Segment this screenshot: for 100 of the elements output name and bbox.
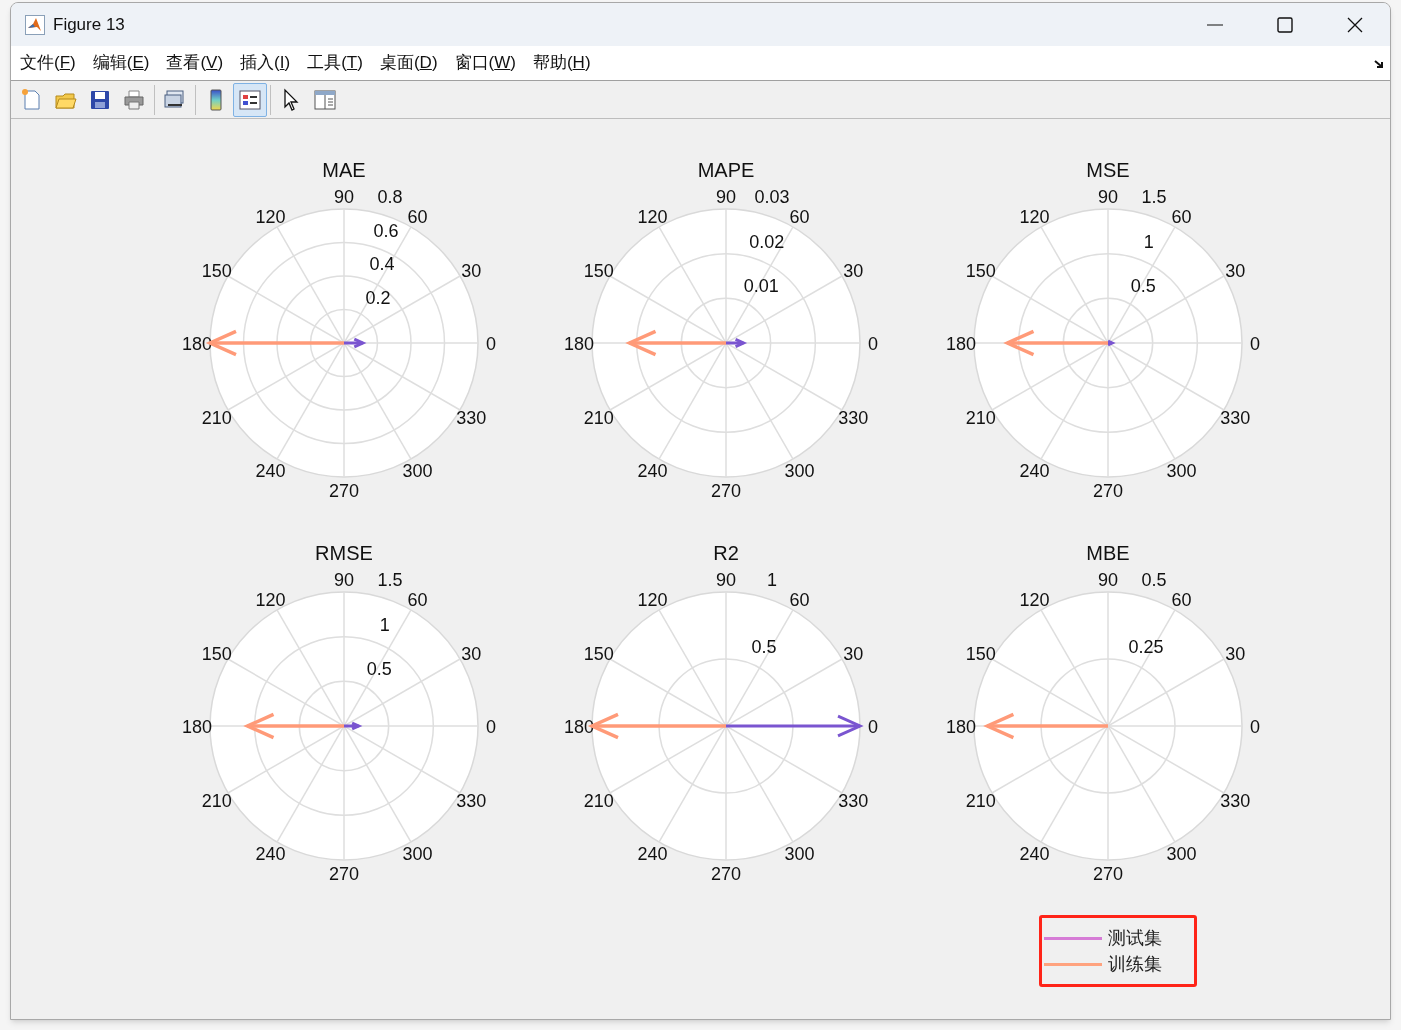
angle-label: 60 — [407, 589, 428, 610]
plot-title: MSE — [1086, 159, 1130, 181]
menu-item[interactable]: 编辑(E) — [92, 52, 150, 74]
angle-label: 90 — [1098, 187, 1118, 207]
angle-label: 60 — [1171, 206, 1192, 227]
angle-label: 330 — [1220, 407, 1251, 428]
angle-label: 150 — [201, 260, 232, 281]
angle-label: 0 — [868, 717, 878, 737]
angle-label: 0 — [1250, 334, 1260, 354]
dock-arrow-icon[interactable] — [1374, 60, 1384, 69]
angle-label: 120 — [255, 206, 286, 227]
angle-label: 150 — [965, 260, 996, 281]
angle-label: 330 — [1220, 790, 1251, 811]
angle-label: 240 — [255, 461, 286, 482]
angle-label: 120 — [637, 206, 668, 227]
radius-label: 0.5 — [751, 637, 777, 657]
legend-label: 测试集 — [1108, 927, 1162, 949]
angle-label: 150 — [965, 643, 996, 664]
app-icon — [25, 14, 45, 35]
angle-label: 90 — [334, 187, 354, 207]
legend-icon[interactable] — [233, 82, 267, 117]
angle-label: 30 — [843, 643, 864, 664]
angle-label: 300 — [402, 844, 433, 865]
angle-label: 210 — [965, 407, 996, 428]
radius-label: 0.8 — [377, 187, 403, 207]
angle-label: 30 — [461, 643, 482, 664]
maximize-icon — [1277, 16, 1293, 33]
angle-label: 60 — [407, 206, 428, 227]
angle-label: 300 — [784, 461, 815, 482]
radius-label: 0.25 — [1128, 637, 1164, 657]
angle-label: 240 — [637, 844, 668, 865]
angle-label: 0 — [868, 334, 878, 354]
angle-label: 270 — [1093, 864, 1123, 884]
window-title: Figure 13 — [53, 13, 125, 36]
angle-label: 120 — [1019, 589, 1050, 610]
angle-label: 300 — [1166, 844, 1197, 865]
angle-label: 120 — [637, 589, 668, 610]
radius-label: 1 — [1143, 231, 1154, 252]
angle-label: 30 — [1225, 643, 1246, 664]
menu-item[interactable]: 插入(I) — [240, 52, 291, 74]
angle-label: 150 — [583, 643, 614, 664]
angle-label: 30 — [843, 260, 864, 281]
menu-item[interactable]: 文件(F) — [20, 52, 76, 74]
angle-label: 120 — [255, 589, 286, 610]
angle-label: 210 — [201, 407, 232, 428]
radius-label: 0.5 — [1141, 570, 1167, 590]
angle-label: 90 — [1098, 570, 1118, 590]
radius-label: 0.01 — [743, 276, 779, 297]
angle-label: 30 — [461, 260, 482, 281]
angle-label: 60 — [1171, 589, 1192, 610]
radius-label: 0.03 — [754, 187, 790, 207]
radius-label: 0.2 — [365, 287, 391, 308]
radius-label: 0.4 — [369, 254, 395, 274]
angle-label: 270 — [329, 481, 359, 501]
angle-label: 270 — [711, 481, 741, 501]
radius-label: 1.5 — [1141, 187, 1167, 207]
angle-label: 180 — [182, 334, 212, 354]
angle-label: 180 — [564, 334, 594, 354]
angle-label: 240 — [1019, 461, 1050, 482]
menu-item[interactable]: 查看(V) — [166, 52, 224, 74]
angle-label: 60 — [789, 206, 810, 227]
angle-label: 120 — [1019, 206, 1050, 227]
angle-label: 150 — [201, 643, 232, 664]
angle-label: 300 — [784, 844, 815, 865]
angle-label: 0 — [1250, 717, 1260, 737]
menu-item[interactable]: 工具(T) — [307, 52, 363, 74]
angle-label: 210 — [583, 790, 614, 811]
angle-label: 90 — [716, 570, 736, 590]
angle-label: 300 — [402, 461, 433, 482]
angle-label: 300 — [1166, 461, 1197, 482]
angle-label: 180 — [946, 717, 976, 737]
angle-label: 330 — [838, 790, 869, 811]
radius-label: 0.5 — [1130, 276, 1156, 297]
angle-label: 210 — [583, 407, 614, 428]
legend-label: 训练集 — [1108, 953, 1162, 975]
angle-label: 180 — [564, 717, 594, 737]
angle-label: 90 — [716, 187, 736, 207]
radius-label: 1 — [379, 614, 390, 635]
radius-label: 1.5 — [377, 570, 403, 590]
angle-label: 330 — [838, 407, 869, 428]
radius-label: 0.6 — [373, 220, 399, 241]
angle-label: 0 — [486, 334, 496, 354]
minimize-icon — [1207, 23, 1223, 26]
angle-label: 270 — [329, 864, 359, 884]
angle-label: 270 — [711, 864, 741, 884]
plot-title: MAPE — [697, 159, 755, 181]
angle-label: 90 — [334, 570, 354, 590]
menu-item[interactable]: 窗口(W) — [454, 52, 516, 74]
menu-item[interactable]: 帮助(H) — [532, 52, 591, 74]
radius-label: 0.5 — [366, 659, 392, 680]
angle-label: 60 — [789, 589, 810, 610]
radius-label: 1 — [767, 570, 778, 590]
angle-label: 240 — [255, 844, 286, 865]
plot-title: MAE — [322, 159, 366, 181]
close-icon — [1347, 16, 1363, 33]
angle-label: 30 — [1225, 260, 1246, 281]
angle-label: 150 — [583, 260, 614, 281]
angle-label: 240 — [637, 461, 668, 482]
angle-label: 210 — [965, 790, 996, 811]
menu-item[interactable]: 桌面(D) — [379, 52, 438, 74]
